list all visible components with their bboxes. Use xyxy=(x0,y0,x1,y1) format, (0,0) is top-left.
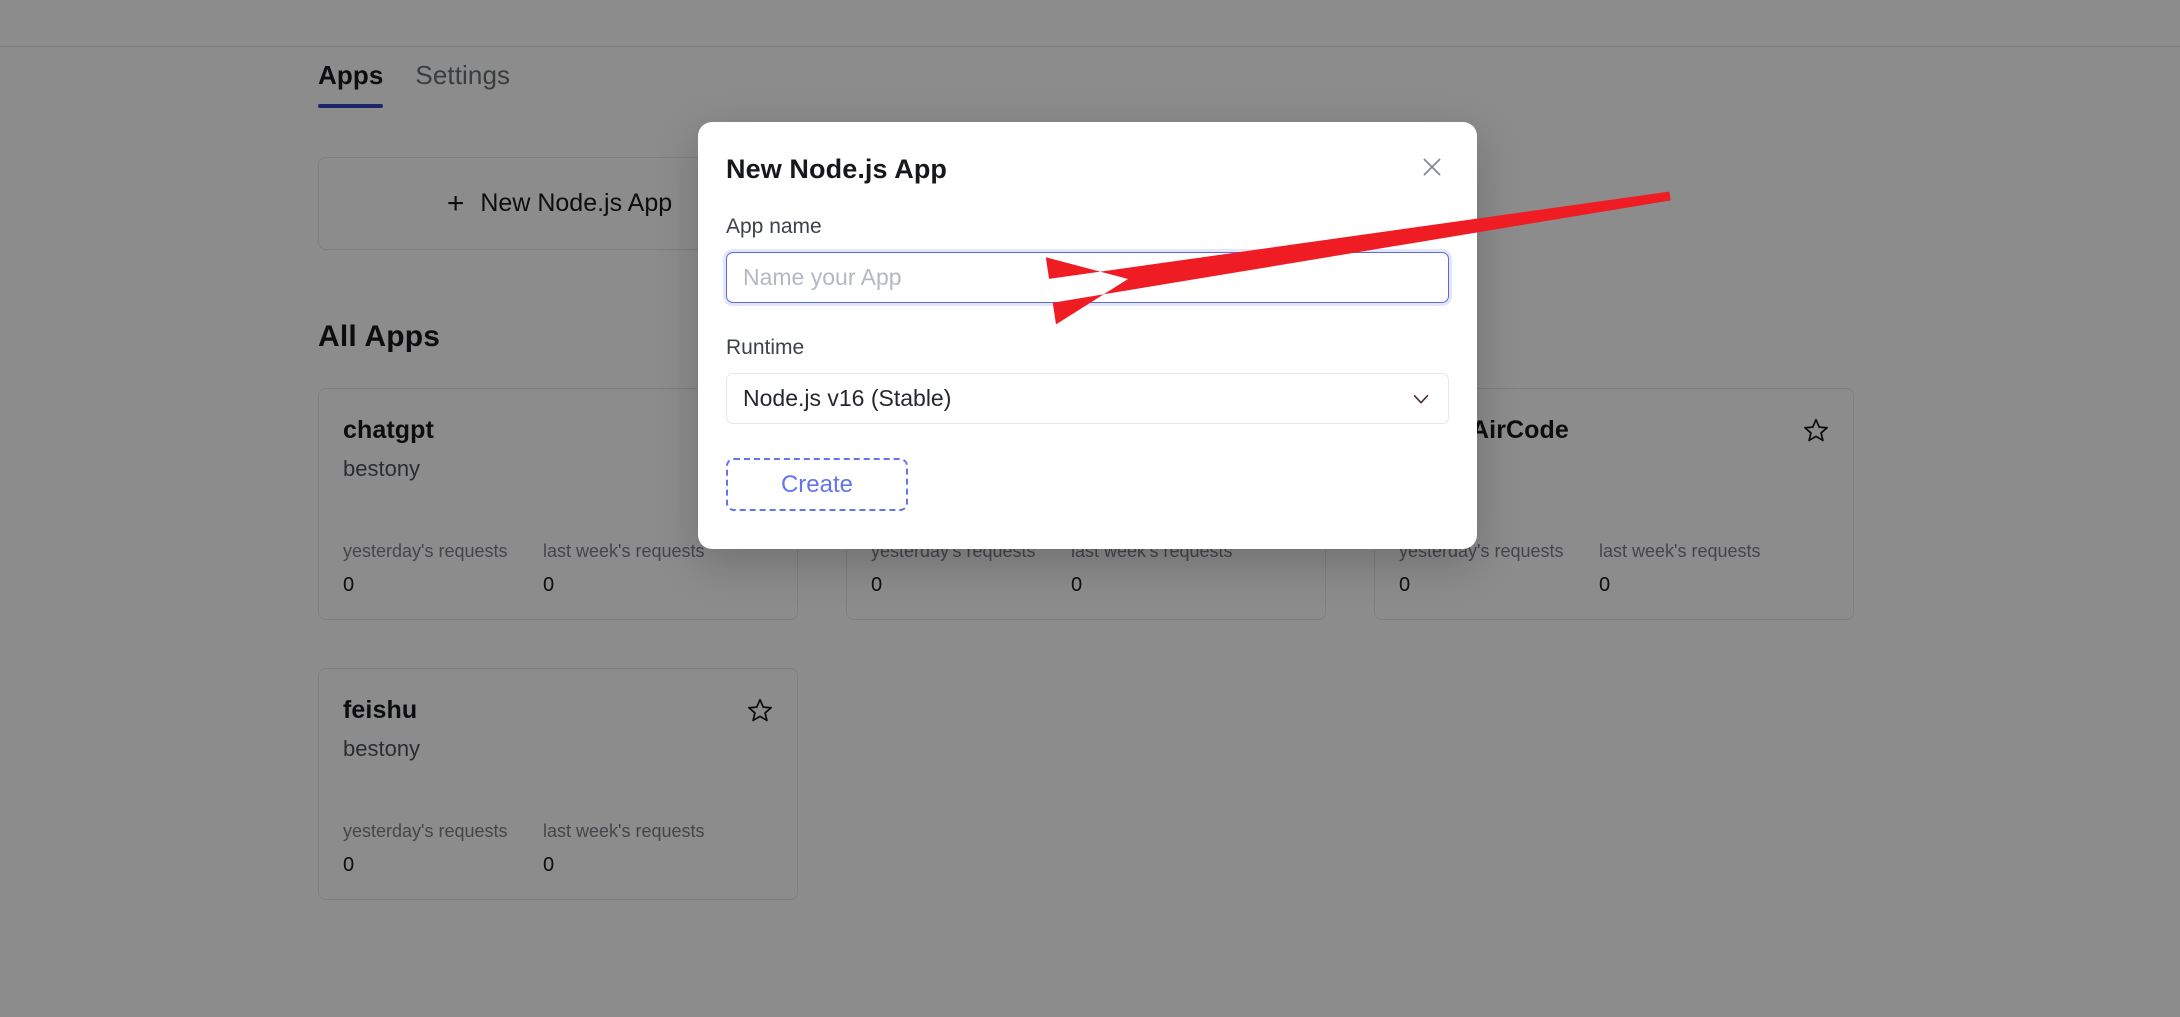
runtime-selected-value: Node.js v16 (Stable) xyxy=(743,385,952,411)
app-name-input[interactable] xyxy=(726,252,1449,303)
chevron-down-icon xyxy=(1410,388,1432,410)
new-node-app-dialog: New Node.js App App name Runtime Node.js… xyxy=(698,122,1477,549)
runtime-label: Runtime xyxy=(726,336,805,359)
app-name-label: App name xyxy=(726,215,822,238)
close-icon[interactable] xyxy=(1415,150,1449,184)
dialog-title: New Node.js App xyxy=(726,154,948,184)
create-button[interactable]: Create xyxy=(726,458,908,511)
dialog-header: New Node.js App xyxy=(726,152,1449,186)
runtime-select[interactable]: Node.js v16 (Stable) xyxy=(726,373,1449,424)
